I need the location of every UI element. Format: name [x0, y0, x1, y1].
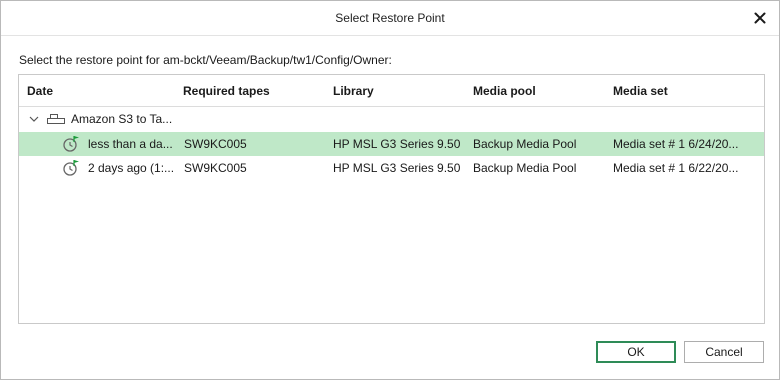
row-media-set: Media set # 1 6/22/20... — [613, 161, 739, 175]
cancel-button[interactable]: Cancel — [684, 341, 764, 363]
row-library: HP MSL G3 Series 9.50 — [333, 161, 461, 175]
restore-point-clock-icon — [63, 160, 79, 176]
restore-point-dialog: Select Restore Point Select the restore … — [0, 0, 780, 380]
column-header-required-tapes[interactable]: Required tapes — [183, 84, 270, 98]
row-date: 2 days ago (1:... — [88, 161, 175, 175]
grid-header: Date Required tapes Library Media pool M… — [19, 75, 764, 107]
table-row[interactable]: 2 days ago (1:... SW9KC005 HP MSL G3 Ser… — [19, 156, 764, 180]
instruction-text: Select the restore point for am-bckt/Vee… — [19, 53, 392, 67]
chevron-down-icon[interactable] — [28, 113, 40, 125]
title-bar: Select Restore Point — [1, 1, 779, 36]
tape-job-icon — [47, 114, 65, 124]
row-media-set: Media set # 1 6/24/20... — [613, 137, 739, 151]
row-required-tapes: SW9KC005 — [184, 137, 247, 151]
group-row[interactable]: Amazon S3 to Ta... — [19, 107, 764, 131]
row-date: less than a da... — [88, 137, 173, 151]
column-header-date[interactable]: Date — [27, 84, 53, 98]
column-header-media-pool[interactable]: Media pool — [473, 84, 536, 98]
column-header-media-set[interactable]: Media set — [613, 84, 668, 98]
row-media-pool: Backup Media Pool — [473, 161, 577, 175]
row-required-tapes: SW9KC005 — [184, 161, 247, 175]
dialog-title: Select Restore Point — [335, 11, 445, 25]
table-row[interactable]: less than a da... SW9KC005 HP MSL G3 Ser… — [19, 132, 764, 156]
group-label: Amazon S3 to Ta... — [71, 112, 173, 126]
ok-button[interactable]: OK — [596, 341, 676, 363]
restore-point-clock-icon — [63, 136, 79, 152]
row-library: HP MSL G3 Series 9.50 — [333, 137, 461, 151]
close-icon — [754, 12, 766, 24]
column-header-library[interactable]: Library — [333, 84, 374, 98]
restore-points-grid: Date Required tapes Library Media pool M… — [18, 74, 765, 324]
close-button[interactable] — [749, 7, 771, 29]
row-media-pool: Backup Media Pool — [473, 137, 577, 151]
